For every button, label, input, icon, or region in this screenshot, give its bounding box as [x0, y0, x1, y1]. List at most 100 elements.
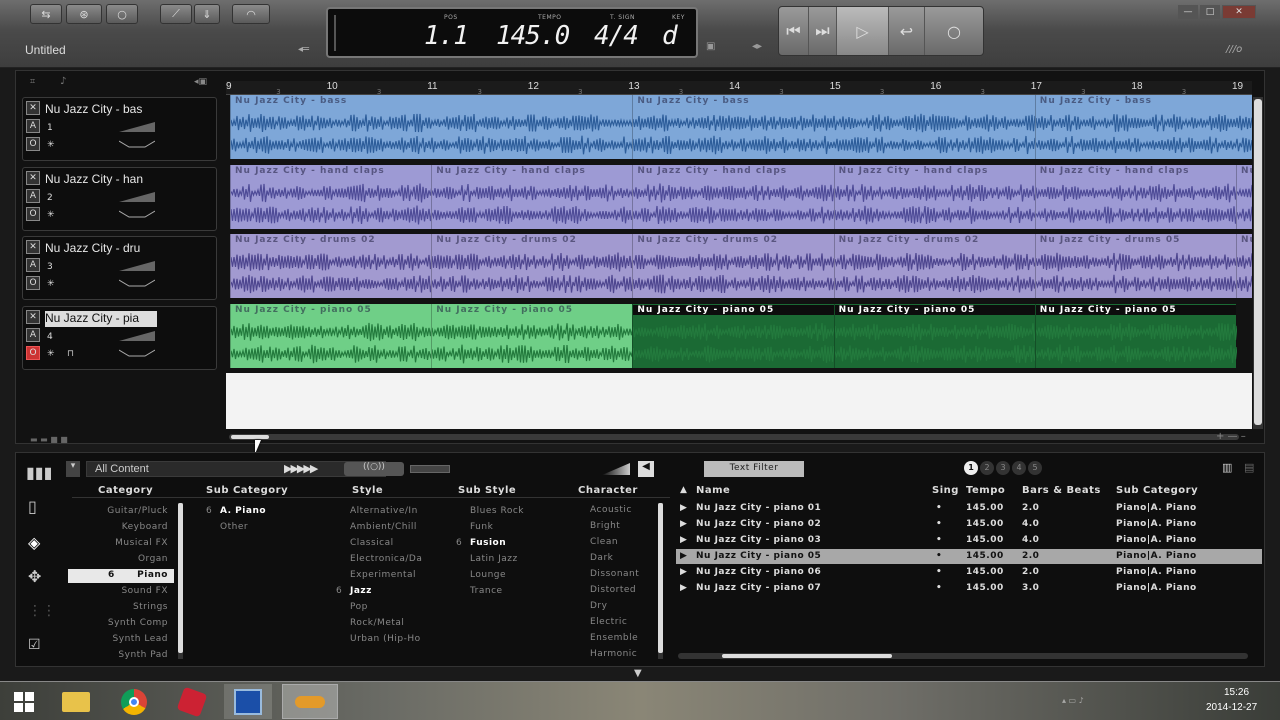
style-item[interactable]: Pop: [332, 601, 432, 615]
page-dot[interactable]: 3: [996, 461, 1010, 475]
track-record-button[interactable]: O: [26, 276, 40, 290]
track-name[interactable]: Nu Jazz City - pia: [45, 310, 157, 327]
category-item[interactable]: Strings: [68, 601, 174, 615]
character-item[interactable]: Electric: [590, 617, 627, 627]
tsig-value[interactable]: 4/4: [594, 21, 639, 51]
vertical-scrollbar[interactable]: [1253, 97, 1263, 429]
mixer-view-icon[interactable]: ▮▮▮: [26, 463, 52, 482]
speaker-icon[interactable]: ◀: [638, 461, 654, 477]
page-dot[interactable]: 2: [980, 461, 994, 475]
substyle-item[interactable]: Lounge: [452, 569, 562, 583]
sync-icon[interactable]: ◂▸: [752, 41, 762, 52]
automation-icon[interactable]: ⟋: [160, 4, 192, 24]
checklist-view-icon[interactable]: ☑: [28, 637, 41, 653]
audio-clip[interactable]: Nu Jazz City - hand claps: [1034, 164, 1237, 229]
audio-clip[interactable]: Nu Jazz City - hand claps: [833, 164, 1036, 229]
result-row[interactable]: ▶ Nu Jazz City - piano 07 • 145.00 3.0 Piano|…: [676, 581, 1262, 596]
expand-browser-icon[interactable]: ▼: [634, 668, 642, 679]
page-dot[interactable]: 5: [1028, 461, 1042, 475]
style-item[interactable]: Alternative/In: [332, 505, 432, 519]
track-automation-button[interactable]: A: [26, 258, 40, 272]
fx-view-icon[interactable]: ✥: [28, 567, 41, 586]
preview-play-icon[interactable]: ▶: [680, 567, 687, 577]
track-automation-button[interactable]: A: [26, 119, 40, 133]
substyle-header[interactable]: Sub Style: [458, 485, 516, 496]
category-item[interactable]: Sound FX: [68, 585, 174, 599]
sing-header[interactable]: Sing: [932, 485, 959, 496]
audio-clip[interactable]: Nu Jazz City - drums 02: [230, 234, 432, 298]
chart-view-icon[interactable]: ▥: [1222, 461, 1232, 474]
loop-icon[interactable]: ↩: [889, 7, 925, 55]
record-icon[interactable]: ○: [925, 7, 983, 55]
track-name[interactable]: Nu Jazz City - bas: [45, 102, 157, 118]
track-lane[interactable]: Nu Jazz City - hand claps Nu Jazz City - …: [226, 164, 1252, 229]
app-icon[interactable]: [224, 684, 272, 719]
tempo-value[interactable]: 145.0: [496, 21, 570, 51]
horizontal-scrollbar[interactable]: [229, 434, 1239, 440]
studio-icon[interactable]: [282, 684, 338, 719]
audio-clip[interactable]: Nu Jazz City - piano 05: [431, 303, 634, 368]
style-header[interactable]: Style: [352, 485, 383, 496]
track-lane[interactable]: Nu Jazz City - drums 02 Nu Jazz City - dr…: [226, 234, 1252, 298]
track-pan-icon[interactable]: ✳: [47, 349, 55, 359]
subcategory-item[interactable]: Other: [202, 521, 332, 535]
maximize-icon[interactable]: □: [1200, 5, 1220, 19]
clock-date[interactable]: 2014-12-27: [1206, 702, 1257, 713]
category-header[interactable]: Category: [98, 485, 153, 496]
track-volume-slider[interactable]: [119, 261, 155, 271]
category-item[interactable]: Organ: [68, 553, 174, 567]
close-icon[interactable]: ✕: [1222, 5, 1256, 19]
substyle-item[interactable]: Funk: [452, 521, 562, 535]
preview-play-icon[interactable]: ▶: [680, 551, 687, 561]
audio-clip[interactable]: Nu: [1236, 234, 1252, 298]
track-volume-slider[interactable]: [119, 122, 155, 132]
track-lane[interactable]: Nu Jazz City - bass Nu Jazz City - bass Nu…: [226, 95, 1252, 159]
track-header[interactable]: ✕ A O Nu Jazz City - pia 4 ✳ ⊓: [22, 305, 217, 370]
track-pan-icon[interactable]: ✳: [47, 140, 55, 150]
wireless-icon[interactable]: ◠: [232, 4, 270, 24]
minimize-icon[interactable]: —: [1178, 5, 1198, 19]
substyle-item[interactable]: Trance: [452, 585, 562, 599]
preview-slider[interactable]: [410, 465, 450, 473]
track-record-button[interactable]: O: [26, 345, 40, 360]
character-item[interactable]: Bright: [590, 521, 620, 531]
audio-clip[interactable]: Nu Jazz City - drums 02: [632, 234, 835, 298]
substyle-item[interactable]: 6 Fusion: [452, 537, 562, 551]
track-fade-curve-icon[interactable]: [119, 348, 155, 358]
rewind-icon[interactable]: ⏮: [779, 7, 809, 55]
file-explorer-icon[interactable]: [52, 684, 100, 719]
zoom-controls-icon[interactable]: + — –: [1216, 431, 1246, 442]
filter-icon[interactable]: ▾: [66, 461, 80, 477]
metronome-icon[interactable]: ▣: [706, 41, 715, 52]
snap-icon[interactable]: ♪: [60, 76, 66, 87]
substyle-item[interactable]: Latin Jazz: [452, 553, 562, 567]
audio-clip[interactable]: Nu Jazz City - drums 02: [431, 234, 634, 298]
track-lane[interactable]: Nu Jazz City - piano 05 Nu Jazz City - pi…: [226, 303, 1252, 368]
audio-clip[interactable]: Nu Jazz City - drums 02: [833, 234, 1036, 298]
character-item[interactable]: Distorted: [590, 585, 636, 595]
character-item[interactable]: Dry: [590, 601, 607, 611]
character-item[interactable]: Acoustic: [590, 505, 632, 515]
audio-clip[interactable]: Nu: [1236, 164, 1252, 229]
category-item[interactable]: Musical FX: [68, 537, 174, 551]
category-item[interactable]: Synth Pad: [68, 649, 174, 663]
track-record-button[interactable]: O: [26, 137, 40, 151]
character-item[interactable]: Dark: [590, 553, 613, 563]
track-pan-icon[interactable]: ✳: [47, 210, 55, 220]
category-item[interactable]: 6 Piano: [68, 569, 174, 583]
clock-time[interactable]: 15:26: [1224, 687, 1249, 698]
results-scrollbar[interactable]: [678, 653, 1248, 659]
pos-value[interactable]: 1.1: [424, 21, 469, 51]
track-fade-curve-icon[interactable]: [119, 209, 155, 219]
track-header[interactable]: ✕ A O Nu Jazz City - bas 1 ✳: [22, 97, 217, 161]
track-delete-icon[interactable]: ✕: [26, 309, 40, 324]
track-name[interactable]: Nu Jazz City - han: [45, 172, 157, 188]
style-item[interactable]: Ambient/Chill: [332, 521, 432, 535]
start-icon[interactable]: [0, 684, 48, 719]
track-fade-curve-icon[interactable]: [119, 278, 155, 288]
play-icon[interactable]: ▷: [837, 7, 889, 55]
track-monitor-icon[interactable]: ⊓: [67, 349, 74, 359]
list-view-icon[interactable]: ▤: [1244, 461, 1254, 474]
page-dot[interactable]: 1: [964, 461, 978, 475]
result-row[interactable]: ▶ Nu Jazz City - piano 05 • 145.00 2.0 Piano|…: [676, 549, 1262, 564]
